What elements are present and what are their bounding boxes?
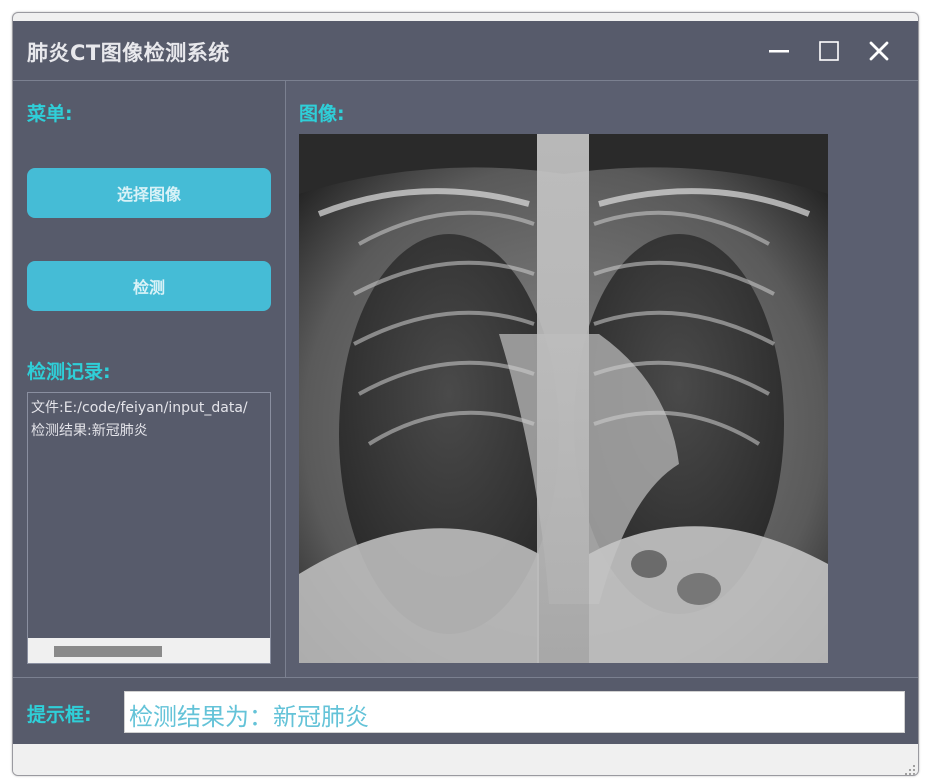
minimize-icon	[768, 40, 790, 62]
detection-log[interactable]: 文件:E:/code/feiyan/input_data/ 检测结果:新冠肺炎	[27, 392, 271, 664]
prompt-value: 检测结果为：新冠肺炎	[129, 703, 369, 731]
image-label: 图像:	[299, 103, 345, 125]
menu-panel: 菜单: 选择图像 检测 检测记录: 文件:E:/code/feiyan/inpu…	[13, 81, 286, 677]
close-button[interactable]	[863, 35, 895, 67]
prompt-field[interactable]: 检测结果为：新冠肺炎	[124, 691, 905, 733]
status-bar	[13, 744, 918, 775]
maximize-button[interactable]	[813, 35, 845, 67]
image-panel: 图像:	[286, 81, 918, 677]
minimize-button[interactable]	[763, 35, 795, 67]
title-bar[interactable]: 肺炎CT图像检测系统	[13, 21, 918, 81]
detect-button[interactable]: 检测	[27, 261, 271, 311]
xray-image	[299, 134, 828, 663]
records-label: 检测记录:	[27, 361, 111, 383]
resize-grip-icon[interactable]	[904, 761, 916, 775]
log-line-result: 检测结果:新冠肺炎	[31, 423, 148, 439]
app-window: 肺炎CT图像检测系统 菜单: 选择图像 检测 检测记录: 文件:E:/code/…	[12, 12, 919, 776]
prompt-label: 提示框:	[27, 704, 92, 726]
prompt-bar: 提示框: 检测结果为：新冠肺炎	[13, 677, 918, 745]
close-icon	[868, 40, 890, 62]
menu-label: 菜单:	[27, 103, 73, 125]
horizontal-scrollbar[interactable]	[28, 638, 270, 663]
scrollbar-thumb[interactable]	[54, 646, 162, 657]
log-line-file: 文件:E:/code/feiyan/input_data/	[31, 400, 248, 416]
maximize-icon	[818, 40, 840, 62]
window-title: 肺炎CT图像检测系统	[27, 41, 230, 65]
select-image-button[interactable]: 选择图像	[27, 168, 271, 218]
